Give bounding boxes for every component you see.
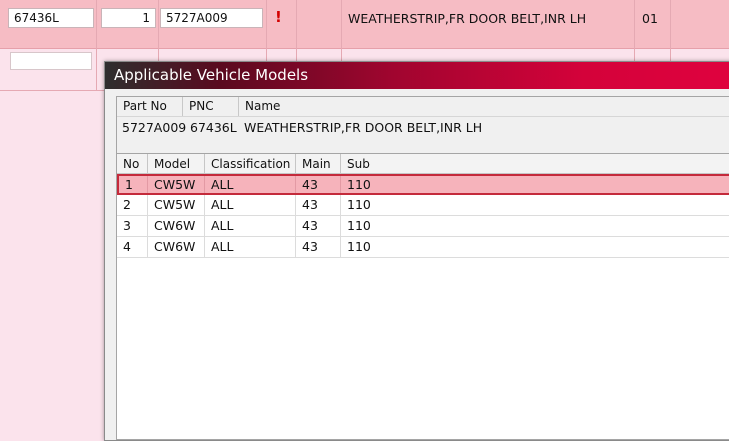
cell-no: 4 — [117, 237, 148, 257]
cell-classification: ALL — [205, 176, 296, 193]
col-header-main[interactable]: Main — [296, 154, 341, 174]
name-header: Name — [245, 99, 281, 113]
col-header-model[interactable]: Model — [148, 154, 205, 174]
table-row[interactable]: 2 CW5W ALL 43 110 — [117, 195, 729, 216]
cell-main: 43 — [296, 216, 341, 236]
cell-classification: ALL — [205, 216, 296, 236]
cell-main: 43 — [296, 237, 341, 257]
applicable-models-dialog: Applicable Vehicle Models Part No PNC Na… — [104, 61, 729, 441]
col-header-classification[interactable]: Classification — [205, 154, 296, 174]
row-divider — [0, 90, 104, 91]
cell-sub: 110 — [347, 218, 371, 233]
qty-cell[interactable]: 1 — [101, 8, 156, 28]
cell-sub: 110 — [347, 197, 371, 212]
dialog-title: Applicable Vehicle Models — [114, 66, 309, 84]
cell-classification: ALL — [205, 237, 296, 257]
pnc-header: PNC — [183, 97, 239, 116]
cell-main: 43 — [296, 176, 341, 193]
code-text: 01 — [642, 11, 658, 26]
empty-pnc-cell[interactable] — [10, 52, 92, 70]
table-row[interactable]: 3 CW6W ALL 43 110 — [117, 216, 729, 237]
cell-model: CW6W — [148, 216, 205, 236]
col-header-no[interactable]: No — [117, 154, 148, 174]
cell-model: CW5W — [148, 195, 205, 215]
column-divider — [96, 0, 97, 90]
cell-main: 43 — [296, 195, 341, 215]
cell-model: CW6W — [148, 237, 205, 257]
pnc-cell[interactable]: 67436L — [8, 8, 94, 28]
cell-no: 2 — [117, 195, 148, 215]
cell-no: 3 — [117, 216, 148, 236]
pnc-value: 67436L — [190, 120, 237, 135]
part-no-value: 5727A009 — [166, 11, 228, 25]
part-no-header: Part No — [117, 97, 183, 116]
models-table: No Model Classification Main Sub 1 CW5W … — [117, 153, 729, 439]
part-no-cell[interactable]: 5727A009 — [160, 8, 263, 28]
name-value: WEATHERSTRIP,FR DOOR BELT,INR LH — [244, 120, 483, 135]
table-row[interactable]: 4 CW6W ALL 43 110 — [117, 237, 729, 258]
part-no-value: 5727A009 — [122, 120, 187, 135]
cell-classification: ALL — [205, 195, 296, 215]
pnc-value: 67436L — [14, 11, 59, 25]
header-divider — [117, 116, 729, 117]
alert-icon[interactable]: ! — [275, 9, 282, 25]
part-name-text: WEATHERSTRIP,FR DOOR BELT,INR LH — [348, 11, 587, 26]
cell-no: 1 — [119, 176, 148, 193]
col-header-sub[interactable]: Sub — [341, 154, 729, 174]
dialog-titlebar[interactable]: Applicable Vehicle Models — [105, 62, 729, 89]
cell-sub: 110 — [347, 239, 371, 254]
parts-list-row[interactable]: 67436L 1 5727A009 ! WEATHERSTRIP,FR DOOR… — [0, 0, 729, 49]
qty-value: 1 — [142, 11, 150, 25]
dialog-body: Part No PNC Name 5727A009 67436L WEATHER… — [116, 96, 729, 440]
cell-sub: 110 — [347, 177, 371, 192]
table-row[interactable]: 1 CW5W ALL 43 110 — [117, 174, 729, 195]
cell-model: CW5W — [148, 176, 205, 193]
